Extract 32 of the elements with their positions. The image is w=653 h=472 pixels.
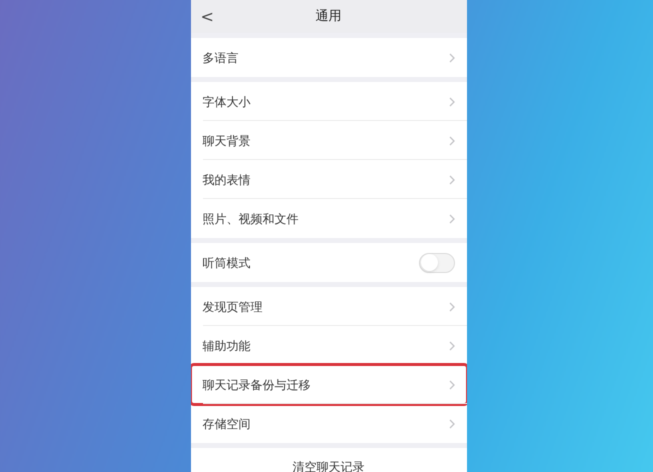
chevron-icon <box>448 136 454 146</box>
row-label: 多语言 <box>202 50 238 66</box>
row-label: 聊天记录备份与迁移 <box>202 376 310 394</box>
chevron-icon <box>448 52 454 62</box>
chevron-icon <box>448 340 454 350</box>
chevron-icon <box>448 214 454 224</box>
settings-row[interactable]: 我的表情 <box>190 160 466 199</box>
page-title: 通用 <box>316 8 342 26</box>
chevron-icon <box>448 302 454 312</box>
settings-row[interactable]: 多语言 <box>190 38 466 77</box>
settings-row[interactable]: 发现页管理 <box>190 287 466 326</box>
settings-row[interactable]: 聊天背景 <box>190 121 466 160</box>
settings-row[interactable]: 存储空间 <box>190 404 466 443</box>
settings-row[interactable]: 字体大小 <box>190 82 466 121</box>
row-label: 存储空间 <box>202 416 250 432</box>
row-label: 字体大小 <box>202 94 250 110</box>
chevron-icon <box>448 174 454 184</box>
row-label: 我的表情 <box>202 172 250 188</box>
row-label: 辅助功能 <box>202 338 250 354</box>
chevron-icon <box>448 380 454 390</box>
settings-row[interactable]: 听筒模式 <box>190 243 466 282</box>
settings-row[interactable]: 聊天记录备份与迁移 <box>190 365 466 404</box>
row-label: 聊天背景 <box>202 132 250 150</box>
chevron-icon <box>448 418 454 428</box>
settings-row[interactable]: 照片、视频和文件 <box>190 199 466 238</box>
toggle-switch[interactable] <box>418 252 454 272</box>
row-label: 发现页管理 <box>202 298 262 316</box>
back-button[interactable]: < <box>200 8 214 24</box>
row-label: 照片、视频和文件 <box>202 210 298 228</box>
chevron-icon <box>448 96 454 106</box>
row-label: 听筒模式 <box>202 254 250 272</box>
settings-row[interactable]: 辅助功能 <box>190 326 466 365</box>
